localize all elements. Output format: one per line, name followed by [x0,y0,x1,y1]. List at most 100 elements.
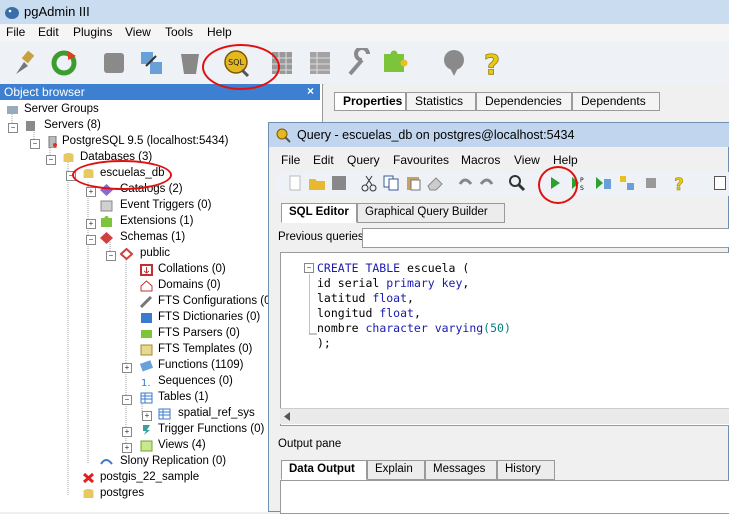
help-question-icon[interactable]: ? [478,48,506,78]
query-menu-macros[interactable]: Macros [461,153,500,167]
query-menu-edit[interactable]: Edit [313,153,334,167]
collapse-public-toggle[interactable]: − [106,251,116,261]
domains-icon [140,280,153,292]
query-menu-query[interactable]: Query [347,153,380,167]
tab-history[interactable]: History [497,460,555,480]
tree-item-fts-templates[interactable]: FTS Templates (0) [158,343,252,355]
tab-explain[interactable]: Explain [367,460,425,480]
paste-icon[interactable] [404,174,422,192]
tree-item-postgis-22-sample[interactable]: postgis_22_sample [100,471,199,483]
cancel-query-icon[interactable] [642,174,660,192]
query-menu-file[interactable]: File [281,153,300,167]
expand-functions-toggle[interactable]: + [122,363,132,373]
menu-tools[interactable]: Tools [165,25,193,39]
tree-item-fts-configurations[interactable]: FTS Configurations (0) [158,295,274,307]
tree-item-collations[interactable]: Collations (0) [158,263,226,275]
query-menu-help[interactable]: Help [553,153,578,167]
collations-icon [140,264,153,276]
tree-item-spatial-ref-sys[interactable]: spatial_ref_sys [178,407,255,419]
maintenance-wrench-icon[interactable] [344,48,372,78]
tree-item-sequences[interactable]: Sequences (0) [158,375,233,387]
editor-horizontal-scrollbar[interactable] [280,408,729,424]
tree-item-slony-replication[interactable]: Slony Replication (0) [120,455,226,467]
tab-properties[interactable]: Properties [334,92,406,111]
cut-icon[interactable] [360,174,378,192]
collapse-tables-toggle[interactable]: − [122,395,132,405]
database-postgres-icon [83,489,94,498]
tree-item-views[interactable]: Views (4) [158,439,206,451]
open-folder-icon[interactable] [308,174,326,192]
tree-item-servers[interactable]: Servers (8) [44,119,101,131]
data-output-grid[interactable] [280,480,729,514]
fold-toggle[interactable]: − [304,263,314,273]
server-group-icon [7,106,18,114]
slony-replication-icon [100,459,113,465]
copy-icon[interactable] [382,174,400,192]
collapse-servers-toggle[interactable]: − [8,123,18,133]
tree-item-postgres[interactable]: postgres [100,487,144,499]
tree-item-schemas[interactable]: Schemas (1) [120,231,185,243]
close-panel-button[interactable]: × [307,84,314,98]
connect-plug-icon[interactable] [10,48,38,78]
views-icon [140,440,153,452]
tab-statistics[interactable]: Statistics [406,92,476,111]
query-menu-favourites[interactable]: Favourites [393,153,449,167]
new-file-icon[interactable] [286,174,304,192]
scroll-left-icon[interactable] [284,412,290,421]
tab-sql-editor[interactable]: SQL Editor [281,203,357,223]
help-question-small-icon[interactable]: ? [670,174,688,192]
menu-plugins[interactable]: Plugins [73,25,112,39]
tree-item-fts-parsers[interactable]: FTS Parsers (0) [158,327,240,339]
query-menu-view[interactable]: View [514,153,540,167]
previous-queries-dropdown[interactable] [362,228,729,248]
menu-file[interactable]: File [6,25,25,39]
collapse-databases-toggle[interactable]: − [46,155,56,165]
redo-icon[interactable] [478,174,496,192]
execute-to-file-icon[interactable] [594,174,612,192]
output-pane-label: Output pane [278,438,342,450]
tree-item-event-triggers[interactable]: Event Triggers (0) [120,199,211,211]
tree-item-extensions[interactable]: Extensions (1) [120,215,194,227]
expand-trigger-functions-toggle[interactable]: + [122,427,132,437]
explain-query-icon[interactable] [618,174,636,192]
expand-extensions-toggle[interactable]: + [86,219,96,229]
collapse-schemas-toggle[interactable]: − [86,235,96,245]
drop-object-icon[interactable] [176,48,204,78]
menu-help[interactable]: Help [207,25,232,39]
tree-item-fts-dictionaries[interactable]: FTS Dictionaries (0) [158,311,260,323]
tree-item-functions[interactable]: Functions (1109) [158,359,243,371]
properties-icon[interactable] [100,48,128,78]
tab-graphical-query-builder[interactable]: Graphical Query Builder [357,203,505,223]
tab-dependencies[interactable]: Dependencies [476,92,572,111]
collapse-postgresql-toggle[interactable]: − [30,139,40,149]
undo-icon[interactable] [456,174,474,192]
tab-dependents[interactable]: Dependents [572,92,660,111]
expand-catalogs-toggle[interactable]: + [86,187,96,197]
main-toolbar: SQL ? [0,42,729,105]
filtered-data-icon[interactable] [306,48,334,78]
clear-eraser-icon[interactable] [426,174,444,192]
hint-icon[interactable] [440,48,468,78]
refresh-icon[interactable] [50,48,78,78]
tree-item-trigger-functions[interactable]: Trigger Functions (0) [158,423,264,435]
menu-view[interactable]: View [125,25,151,39]
tree-item-postgresql-server[interactable]: PostgreSQL 9.5 (localhost:5434) [62,135,228,147]
save-icon[interactable] [330,174,348,192]
create-object-icon[interactable] [138,48,166,78]
plugins-puzzle-icon[interactable] [380,48,408,78]
fts-templates-icon [140,344,153,356]
previous-queries-label: Previous queries [278,231,364,243]
tab-data-output[interactable]: Data Output [281,460,367,480]
find-icon[interactable] [508,174,526,192]
tree-item-domains[interactable]: Domains (0) [158,279,221,291]
tree-item-server-groups[interactable]: Server Groups [24,103,99,115]
disconnected-database-icon [83,472,94,484]
connection-select[interactable] [714,176,726,190]
tab-messages[interactable]: Messages [425,460,497,480]
tree-item-tables[interactable]: Tables (1) [158,391,209,403]
tree-item-public[interactable]: public [140,247,170,259]
menu-edit[interactable]: Edit [38,25,59,39]
fts-parsers-icon [141,330,152,338]
expand-views-toggle[interactable]: + [122,443,132,453]
expand-spatial-ref-sys-toggle[interactable]: + [142,411,152,421]
